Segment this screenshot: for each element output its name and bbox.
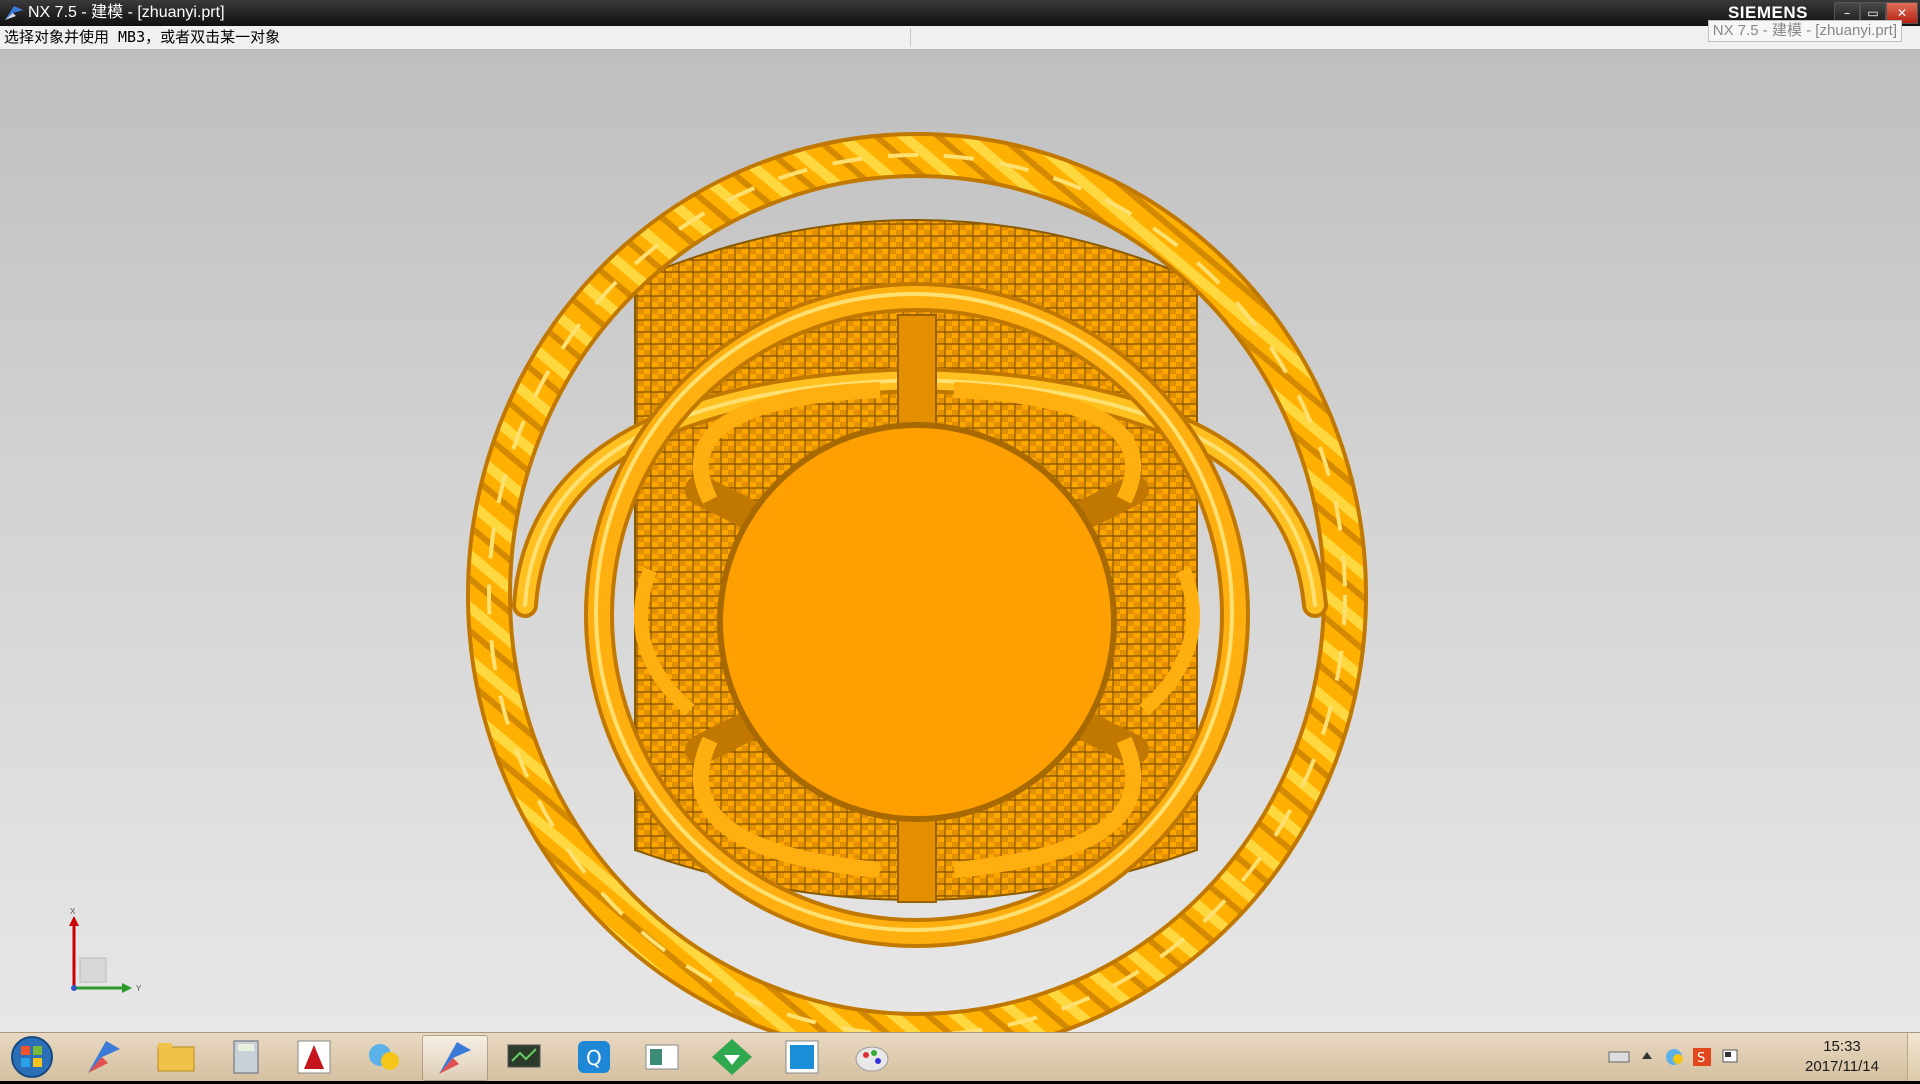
flag-icon[interactable] <box>1720 1047 1740 1067</box>
clock-time: 15:33 <box>1823 1038 1861 1055</box>
coordinate-triad-icon: X Y <box>69 907 142 993</box>
window-title: NX 7.5 - 建模 - [zhuanyi.prt] <box>28 4 225 21</box>
clock-date: 2017/11/14 <box>1805 1058 1879 1075</box>
folder-icon[interactable] <box>144 1035 208 1079</box>
download-icon[interactable] <box>700 1035 764 1079</box>
sogou-input-icon[interactable]: S <box>1692 1047 1712 1067</box>
cue-prompt: 选择对象并使用 MB3，或者双击某一对象 <box>4 28 281 46</box>
nx-logo-icon <box>5 6 23 20</box>
autocad-icon[interactable] <box>282 1035 346 1079</box>
show-desktop-button[interactable] <box>1907 1033 1920 1081</box>
triad-y-label: Y <box>136 984 142 993</box>
nx-app-icon[interactable] <box>72 1035 136 1079</box>
keyboard-icon[interactable] <box>1608 1049 1630 1065</box>
cue-line: 选择对象并使用 MB3，或者双击某一对象 NX 7.5 - 建模 - [zhua… <box>0 20 1920 50</box>
rattan-basket-model[interactable] <box>0 50 1920 1032</box>
cue-divider <box>910 28 911 47</box>
start-orb-icon[interactable] <box>10 1035 54 1079</box>
title-bar: NX 7.5 - 建模 - [zhuanyi.prt] SIEMENS – ▭ … <box>0 0 1920 26</box>
chat-icon[interactable] <box>352 1035 416 1079</box>
svg-text:S: S <box>1697 1051 1705 1066</box>
blue-square-icon[interactable] <box>770 1035 834 1079</box>
taskbar: Q S 15:33 2017/11/14 <box>0 1032 1920 1081</box>
nx-app-icon-active[interactable] <box>422 1035 488 1081</box>
window-icon[interactable] <box>630 1035 694 1079</box>
monitor-icon[interactable] <box>492 1035 556 1079</box>
network-icon[interactable] <box>1664 1047 1686 1067</box>
paint-icon[interactable] <box>840 1035 904 1079</box>
window-title-tooltip: NX 7.5 - 建模 - [zhuanyi.prt] <box>1707 20 1902 42</box>
center-disc <box>717 422 1117 822</box>
tray-expand-icon[interactable] <box>1640 1049 1654 1063</box>
system-tray: S 15:33 2017/11/14 <box>1590 1033 1920 1081</box>
clock[interactable]: 15:33 2017/11/14 <box>1782 1037 1902 1077</box>
calculator-icon[interactable] <box>214 1035 278 1079</box>
graphics-viewport[interactable]: X Y <box>0 50 1920 1032</box>
svg-text:Q: Q <box>586 1046 602 1070</box>
qq-icon[interactable]: Q <box>562 1035 626 1079</box>
triad-x-label: X <box>70 907 76 916</box>
